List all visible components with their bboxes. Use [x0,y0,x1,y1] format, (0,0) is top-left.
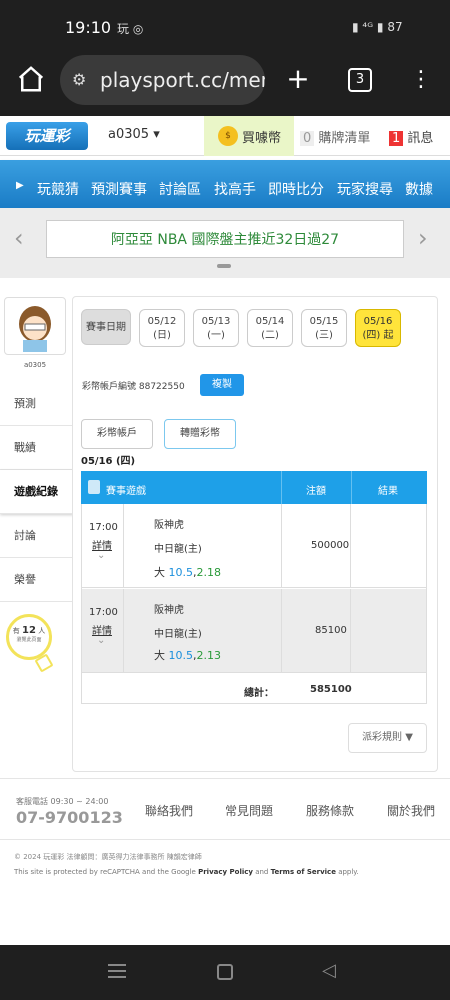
total-amount: 585100 [310,684,352,695]
messages-label: 訊息 [407,131,434,146]
date-label: 賽事日期 [81,309,131,345]
home-icon[interactable] [15,64,47,96]
service-hours: 客服電話 09:30 ~ 24:00 [16,797,109,806]
cart-count: 0 [300,131,315,146]
payout-rules-dropdown[interactable]: 派彩規則 ▼ [348,723,427,753]
sidebar-item-game-record[interactable]: 遊戲紀錄 [0,470,74,514]
coin-account-number: 彩幣帳戶編號 88722550 [82,382,185,392]
game-time: 17:00 [89,607,118,618]
coin-icon: $ [218,126,238,146]
sidebar-item-discuss[interactable]: 討論 [0,514,72,558]
url-bar[interactable]: ⚙ playsport.cc/men [60,55,265,105]
messages-link[interactable]: 1 訊息 [389,127,433,146]
table-row: 17:00 詳情 ⌄ 阪神虎 中日龍(主) 大 10.5,2.13 85100 [82,589,426,673]
header-game: 賽事遊戲 [106,486,146,497]
header-result: 結果 [378,486,398,497]
status-bar: 19:10 玩 ◎ ▮ ⁴ᴳ ▮ 87 [0,0,450,56]
username-label: a0305 [108,127,150,142]
site-settings-icon[interactable]: ⚙ [72,55,86,105]
nav-item-livescore[interactable]: 即時比分 [268,179,324,199]
chevron-down-icon: ▾ [153,127,160,142]
url-text: playsport.cc/men [100,68,265,92]
sidebar-item-record[interactable]: 戰績 [0,426,72,470]
buy-coins-label: 買噱幣 [242,131,282,146]
sidebar-item-predict[interactable]: 預測 [0,382,72,426]
buy-coins-button[interactable]: $ 買噱幣 [204,116,294,156]
menu-icon[interactable]: ⋮ [410,64,432,96]
message-count: 1 [389,131,404,146]
new-tab-icon[interactable]: + [284,62,312,96]
carousel-prev-icon[interactable]: ‹ [14,224,24,252]
sidebar-item-honor[interactable]: 榮譽 [0,558,72,602]
footer-about-link[interactable]: 關於我們 [387,802,435,819]
back-icon[interactable]: ◁ [322,960,336,981]
date-button-0513[interactable]: 05/13 (一) [193,309,239,347]
nav-item-experts[interactable]: 找高手 [214,179,256,199]
nav-item-predict[interactable]: 預測賽事 [91,179,147,199]
date-button-0516-active[interactable]: 05/16 (四) 起 [355,309,401,347]
total-label: 總計： [244,688,274,699]
date-button-0514[interactable]: 05/14 (二) [247,309,293,347]
status-system-icons: ▮ ⁴ᴳ ▮ 87 [352,20,403,34]
cart-link[interactable]: 0 購牌清單 [300,127,370,146]
footer-terms-link[interactable]: 服務條款 [306,802,354,819]
date-button-0515[interactable]: 05/15 (三) [301,309,347,347]
bet-pick: 大 10.5,2.13 [154,649,221,662]
promo-banner[interactable]: 阿亞亞 NBA 國際盤主推近32日過27 [46,220,404,258]
team-home: 中日龍(主) [154,544,202,555]
footer-contact-link[interactable]: 聯絡我們 [145,802,193,819]
terms-of-service-link[interactable]: Terms of Service [271,868,336,876]
nav-item-forum[interactable]: 討論區 [159,179,201,199]
avatar[interactable] [4,297,66,355]
team-away: 阪神虎 [154,520,184,531]
stake-amount: 85100 [315,625,347,636]
status-time: 19:10 [65,18,112,37]
online-caption: 瀏覽此頁面 [16,637,42,643]
site-logo[interactable]: 玩運彩 [6,122,88,150]
user-dropdown[interactable]: a0305 ▾ [108,127,160,142]
nav-item-guess[interactable]: 玩競猜 [37,179,79,199]
table-row: 17:00 詳情 ⌄ 阪神虎 中日龍(主) 大 10.5,2.18 500000 [82,504,426,588]
nav-item-data[interactable]: 數據 [405,179,433,199]
date-button-0512[interactable]: 05/12 (日) [139,309,185,347]
footer-faq-link[interactable]: 常見問題 [225,802,273,819]
database-icon [88,480,100,494]
cart-label: 購牌清單 [318,131,371,146]
online-count: 12 [22,625,36,636]
selected-date-heading: 05/16 (四) [81,456,136,467]
stake-amount: 500000 [311,540,350,551]
header-stake: 注額 [306,486,326,497]
recents-icon[interactable] [108,964,126,978]
home-button-icon[interactable] [217,964,233,980]
recaptcha-notice: This site is protected by reCAPTCHA and … [14,868,359,876]
game-time: 17:00 [89,522,118,533]
nav-arrow-icon: ▶ [16,180,24,191]
privacy-policy-link[interactable]: Privacy Policy [198,868,253,876]
status-notification-icons: 玩 ◎ [117,22,144,36]
profile-name: a0305 [23,361,47,369]
carousel-next-icon[interactable]: › [418,224,428,252]
carousel-indicator[interactable] [217,264,231,268]
copy-button[interactable]: 複製 [200,374,244,396]
team-home: 中日龍(主) [154,629,202,640]
tab-switcher-button[interactable]: 3 [348,68,372,92]
main-nav: ▶ 玩競猜 預測賽事 討論區 找高手 即時比分 玩家搜尋 數據 [0,160,450,208]
transfer-coins-button[interactable]: 轉贈彩幣 [164,419,236,449]
expand-chevron-icon[interactable]: ⌄ [97,635,105,646]
service-phone[interactable]: 07-9700123 [16,808,123,827]
site-header: 玩運彩 a0305 ▾ $ 買噱幣 0 購牌清單 1 訊息 [0,116,450,156]
team-away: 阪神虎 [154,605,184,616]
coin-account-button[interactable]: 彩幣帳戶 [81,419,153,449]
copyright-text: © 2024 玩運彩 法律顧問：廣英得力法律事務所 陳韻宏律師 [14,853,202,861]
expand-chevron-icon[interactable]: ⌄ [97,550,105,561]
nav-item-player-search[interactable]: 玩家搜尋 [337,179,393,199]
bet-pick: 大 10.5,2.18 [154,566,221,579]
